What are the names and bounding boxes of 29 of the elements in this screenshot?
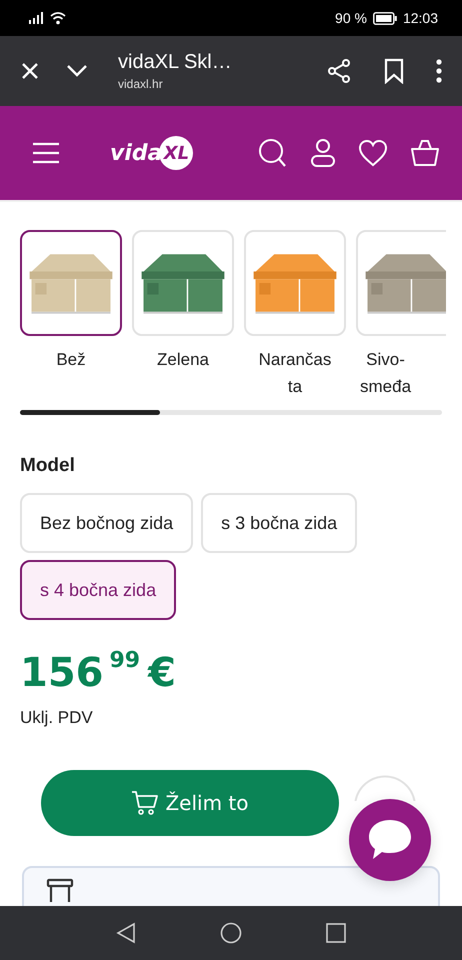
cart-icon	[131, 789, 160, 817]
page-url: vidaxl.hr	[118, 77, 164, 91]
color-label: Zelena	[157, 349, 209, 371]
battery-icon	[372, 12, 397, 24]
clock-time: 12:03	[402, 10, 438, 26]
speech-bubble-icon	[367, 818, 413, 862]
model-option[interactable]: s 3 bočna zida	[201, 493, 358, 553]
close-icon	[20, 61, 40, 81]
share-icon	[326, 58, 352, 84]
chevron-down-icon	[66, 64, 88, 78]
account-button[interactable]	[308, 136, 338, 170]
color-label: Sivo- smeđa	[360, 349, 412, 398]
menu-button[interactable]	[30, 140, 62, 166]
model-option[interactable]: s 4 bočna zida	[20, 560, 176, 620]
wishlist-button[interactable]	[356, 137, 390, 169]
vat-note: Uklj. PDV	[20, 708, 94, 728]
price: 156$^{99}$ €	[20, 650, 176, 696]
logo[interactable]: vidaXL	[110, 136, 194, 170]
add-to-cart-button[interactable]: Želim to	[41, 770, 339, 836]
color-label: Bež	[56, 349, 86, 371]
more-icon	[436, 59, 442, 83]
section-title: Model	[20, 455, 76, 477]
model-option[interactable]: Bez bočnog zida	[20, 493, 194, 553]
color-label: Narančas ta	[258, 349, 332, 398]
signal-icon	[28, 12, 44, 24]
wifi-icon	[50, 12, 66, 24]
page-title: vidaXL Skl…	[118, 51, 233, 74]
battery-percent: 90 %	[335, 10, 367, 26]
bookmark-icon	[384, 58, 404, 84]
